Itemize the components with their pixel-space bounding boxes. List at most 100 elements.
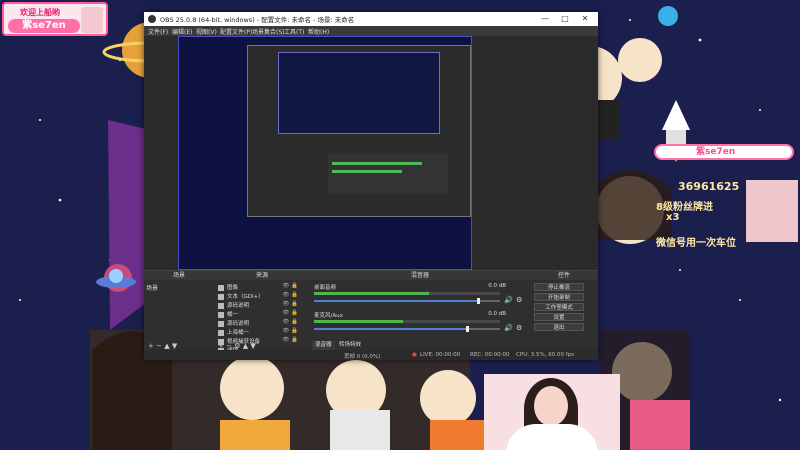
menu-edit[interactable]: 编辑(E) bbox=[172, 27, 192, 36]
speaker-icon[interactable]: 🔊 bbox=[504, 324, 513, 332]
planet-earth bbox=[658, 6, 678, 26]
live-time: LIVE: 00:00:00 bbox=[420, 352, 461, 358]
window-title: OBS 25.0.8 (64-bit, windows) - 配置文件: 未命名… bbox=[160, 16, 355, 24]
streamer-name: 紫se7en bbox=[8, 19, 80, 33]
source-item[interactable]: 源码说明 👁 🔒 bbox=[218, 319, 298, 327]
webcam-face bbox=[534, 386, 568, 426]
scenes-header: 场景 bbox=[144, 271, 214, 280]
mixer-track-mic: 麦克风/Aux 0.0 dB 🔊 ⚙ bbox=[314, 311, 522, 335]
source-item[interactable]: 文本（GDI+） 👁 🔒 bbox=[218, 292, 298, 300]
title-bar: OBS 25.0.8 (64-bit, windows) - 配置文件: 未命名… bbox=[144, 12, 598, 26]
maximize-button[interactable]: □ bbox=[556, 13, 574, 25]
menu-help[interactable]: 帮助(H) bbox=[308, 27, 329, 36]
nested-meter bbox=[332, 162, 422, 165]
tab-mixer[interactable]: 混音器 bbox=[312, 341, 335, 350]
visibility-eye-icon[interactable]: 👁 🔒 bbox=[282, 292, 298, 298]
source-item[interactable]: 视频捕获设备 👁 🔒 bbox=[218, 337, 298, 345]
start-recording-button[interactable]: 开始录制 bbox=[534, 293, 584, 301]
settings-button[interactable]: 设置 bbox=[534, 313, 584, 321]
nested-meter bbox=[332, 170, 402, 173]
preview-canvas[interactable] bbox=[178, 36, 472, 270]
webcam-body bbox=[506, 424, 598, 450]
menu-view[interactable]: 视图(V) bbox=[196, 27, 217, 36]
volume-slider[interactable] bbox=[314, 326, 500, 332]
source-label: 文本（GDI+） bbox=[227, 294, 264, 300]
nested-obs-capture bbox=[247, 45, 471, 217]
fan-id: 36961625 bbox=[678, 180, 740, 193]
level-meter bbox=[314, 320, 500, 323]
obs-logo-icon bbox=[148, 15, 156, 23]
preview-margin-left bbox=[144, 36, 178, 268]
visibility-eye-icon[interactable]: 👁 🔒 bbox=[282, 319, 298, 325]
fan-handle: 紫se7en bbox=[654, 144, 794, 160]
track-db: 0.0 dB bbox=[488, 311, 506, 317]
image-source-icon bbox=[218, 320, 224, 327]
streamer-welcome-badge: 欢迎上船哟 紫se7en bbox=[2, 2, 108, 36]
webcam-feed bbox=[484, 374, 620, 450]
audio-mixer-dock: 混音器 桌面音频 0.0 dB 🔊 ⚙ 麦克风/Aux 0.0 dB 🔊 ⚙ 混… bbox=[310, 270, 530, 351]
track-name: 麦克风/Aux bbox=[314, 313, 343, 319]
controls-dock: 控件 停止推流 开始录制 工作室模式 设置 退出 bbox=[530, 270, 598, 351]
visibility-eye-icon[interactable]: 👁 🔒 bbox=[282, 337, 298, 343]
volume-fill bbox=[314, 328, 467, 330]
status-bar: 丢帧 0 (0.0%) ● LIVE: 00:00:00 REC: 00:00:… bbox=[144, 350, 598, 360]
volume-knob[interactable] bbox=[476, 298, 480, 304]
fan-group-text: 8级粉丝牌进 bbox=[656, 202, 713, 213]
fan-info-overlay: 紫se7en 36961625 8级粉丝牌进 x3 微信号用一次车位 bbox=[640, 144, 798, 250]
source-label: 源码说明 bbox=[227, 303, 250, 309]
text-source-icon bbox=[218, 311, 224, 318]
track-settings-gear-icon[interactable]: ⚙ bbox=[516, 296, 522, 304]
source-item[interactable]: 上海橘一 👁 🔒 bbox=[218, 328, 298, 336]
add-scene-icon[interactable]: + bbox=[148, 342, 154, 350]
exit-button[interactable]: 退出 bbox=[534, 323, 584, 331]
image-source-icon bbox=[218, 284, 224, 291]
visibility-eye-icon[interactable]: 👁 🔒 bbox=[282, 310, 298, 316]
menu-file[interactable]: 文件(F) bbox=[148, 27, 168, 36]
controls-header: 控件 bbox=[530, 271, 598, 280]
speaker-icon[interactable]: 🔊 bbox=[504, 296, 513, 304]
text-source-icon bbox=[218, 302, 224, 309]
remove-scene-icon[interactable]: − bbox=[156, 342, 162, 350]
volume-fill bbox=[314, 300, 478, 302]
cpu-fps: CPU: 3.5%, 60.00 fps bbox=[516, 352, 575, 358]
visibility-eye-icon[interactable]: 👁 🔒 bbox=[282, 283, 298, 289]
menu-bar: 文件(F) 编辑(E) 视图(V) 配置文件(P) 场景集合(S) 工具(T) … bbox=[144, 26, 598, 36]
scenes-dock: 场景 场景 + − ▲ ▼ bbox=[144, 270, 214, 351]
visibility-eye-icon[interactable]: 👁 🔒 bbox=[282, 301, 298, 307]
source-item[interactable]: 源码说明 👁 🔒 bbox=[218, 301, 298, 309]
menu-profile[interactable]: 配置文件(P) bbox=[220, 27, 252, 36]
scene-list-item[interactable]: 场景 bbox=[146, 283, 158, 292]
level-meter bbox=[314, 292, 500, 295]
studio-mode-button[interactable]: 工作室模式 bbox=[534, 303, 584, 311]
tab-transitions[interactable]: 转场特效 bbox=[336, 341, 364, 350]
menu-scene-collection[interactable]: 场景集合(S) bbox=[252, 27, 285, 36]
menu-tools[interactable]: 工具(T) bbox=[284, 27, 304, 36]
track-db: 0.0 dB bbox=[488, 283, 506, 289]
mixer-track-desktop: 桌面音频 0.0 dB 🔊 ⚙ bbox=[314, 283, 522, 307]
minimize-button[interactable]: — bbox=[536, 13, 554, 25]
text-source-icon bbox=[218, 293, 224, 300]
avatar bbox=[81, 7, 103, 33]
track-name: 桌面音频 bbox=[314, 285, 337, 291]
welcome-text: 欢迎上船哟 bbox=[20, 8, 60, 17]
visibility-eye-icon[interactable]: 👁 🔒 bbox=[282, 328, 298, 334]
dropped-frames: 丢帧 0 (0.0%) bbox=[344, 354, 381, 360]
stop-streaming-button[interactable]: 停止推流 bbox=[534, 283, 584, 291]
volume-knob[interactable] bbox=[465, 326, 469, 332]
source-item[interactable]: 图像 👁 🔒 bbox=[218, 283, 298, 291]
nested-preview bbox=[278, 52, 440, 134]
track-settings-gear-icon[interactable]: ⚙ bbox=[516, 324, 522, 332]
sources-header: 来源 bbox=[214, 271, 310, 280]
source-item[interactable]: 橘一 👁 🔒 bbox=[218, 310, 298, 318]
gift-line: x3 bbox=[666, 212, 680, 223]
scene-down-icon[interactable]: ▼ bbox=[172, 342, 177, 350]
volume-slider[interactable] bbox=[314, 298, 500, 304]
scene-up-icon[interactable]: ▲ bbox=[164, 342, 169, 350]
obs-window: OBS 25.0.8 (64-bit, windows) - 配置文件: 未命名… bbox=[144, 12, 598, 360]
source-label: 上海橘一 bbox=[227, 330, 250, 336]
close-button[interactable]: ✕ bbox=[576, 13, 594, 25]
camera-source-icon bbox=[218, 338, 224, 345]
bottom-text: 微信号用一次车位 bbox=[656, 238, 736, 249]
preview-margin-right bbox=[470, 36, 598, 268]
source-label: 视频捕获设备 bbox=[227, 339, 261, 345]
